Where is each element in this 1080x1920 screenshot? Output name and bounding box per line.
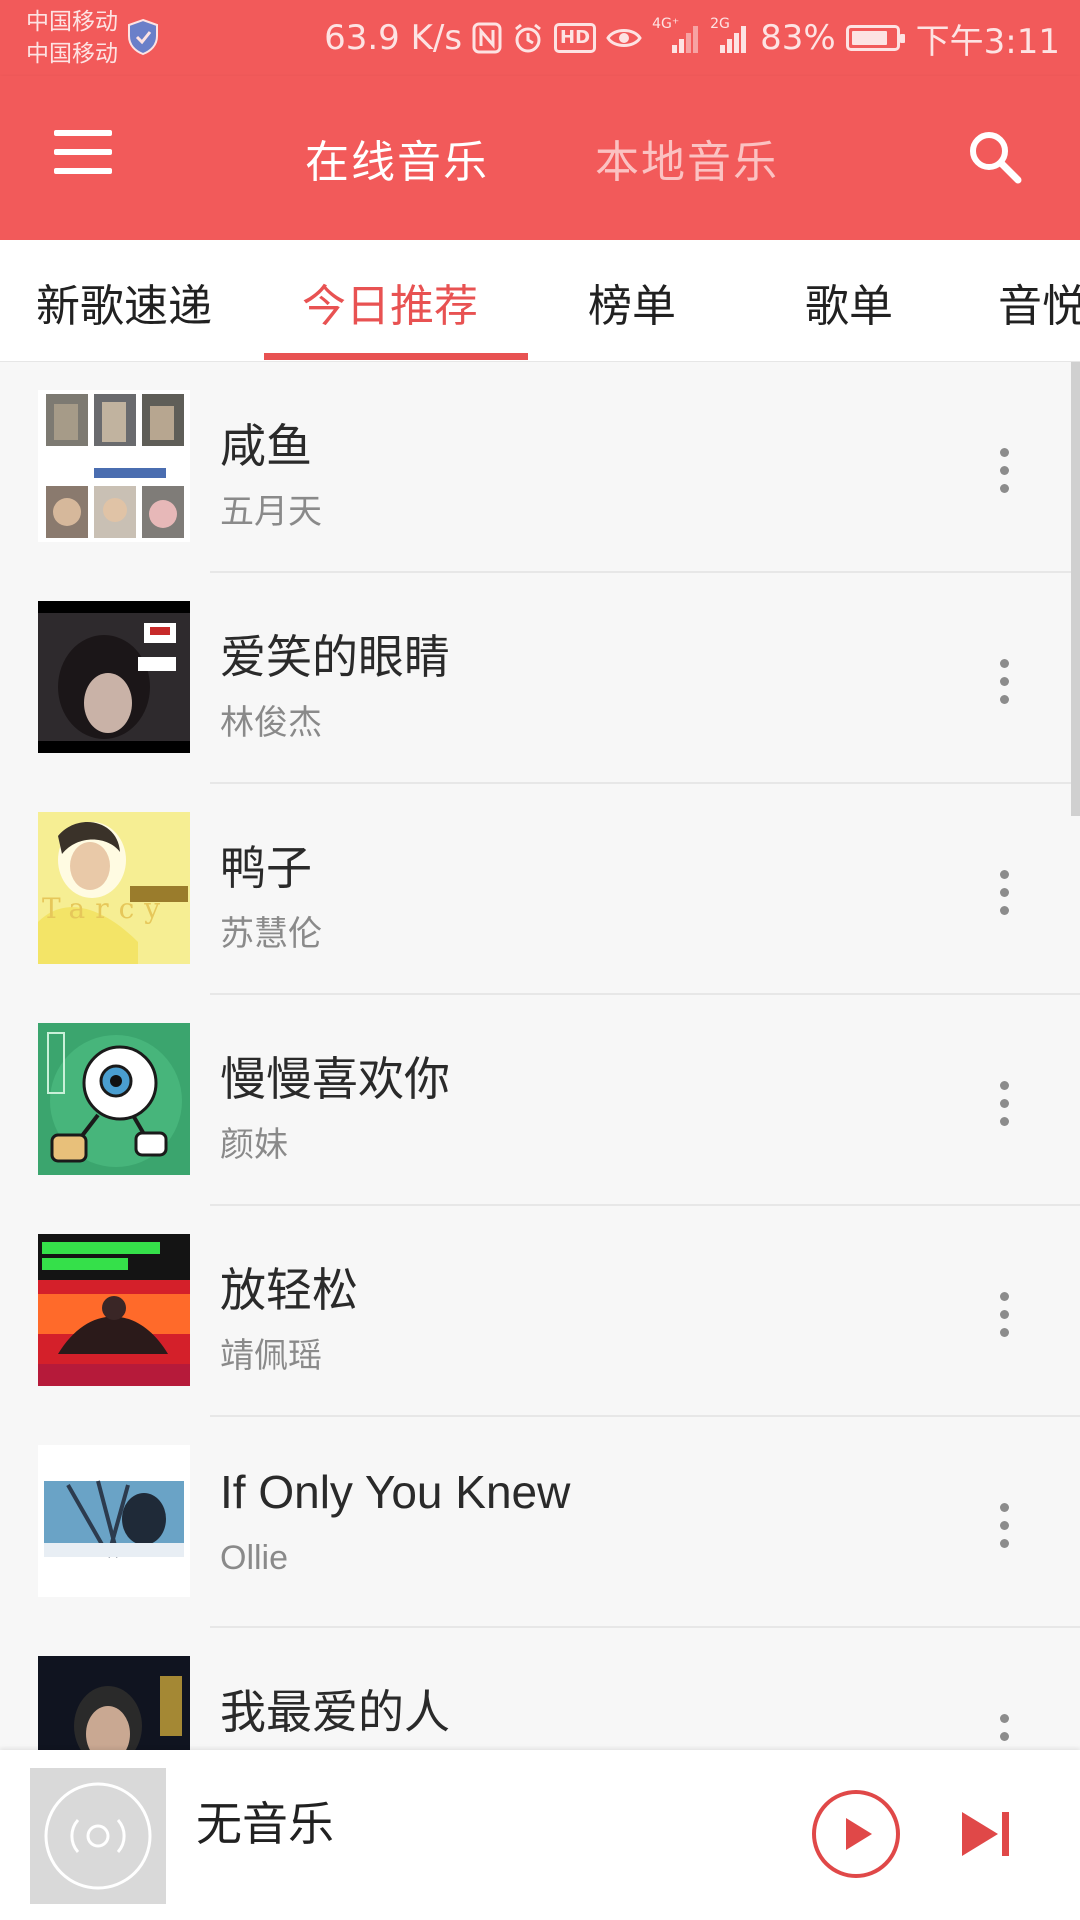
- nfc-icon: [472, 22, 502, 54]
- song-title: 放轻松: [220, 1263, 358, 1317]
- song-artist: 靖佩瑶: [220, 1336, 322, 1376]
- player-cover: [30, 1768, 166, 1904]
- svg-text:Tarcy: Tarcy: [42, 892, 170, 925]
- more-vertical-icon[interactable]: [990, 651, 1018, 711]
- song-row[interactable]: Tarcy 鸭子 苏慧伦: [0, 784, 1080, 995]
- now-playing-title: 无音乐: [196, 1797, 334, 1851]
- eye-comfort-icon: [606, 25, 642, 51]
- song-title: 慢慢喜欢你: [220, 1052, 450, 1106]
- album-cover: [38, 601, 190, 753]
- song-row[interactable]: If Only You Knew Ollie: [0, 1417, 1080, 1628]
- album-cover: [38, 1234, 190, 1386]
- hd-icon: HD: [554, 23, 597, 53]
- song-row[interactable]: 放轻松 靖佩瑶: [0, 1206, 1080, 1417]
- app-bar: 在线音乐 本地音乐: [0, 76, 1080, 240]
- scrollbar[interactable]: [1071, 362, 1080, 816]
- skip-next-icon[interactable]: [958, 1806, 1014, 1862]
- active-tab-indicator: [264, 353, 528, 360]
- song-row[interactable]: 慢慢喜欢你 颜妹: [0, 995, 1080, 1206]
- tab-online-music[interactable]: 在线音乐: [305, 126, 489, 190]
- song-artist: 林俊杰: [220, 703, 322, 743]
- battery-icon: [845, 25, 905, 51]
- status-bar: 中国移动 中国移动 63.9 K/s HD 4G⁺ 2G 83% 下午3:11: [0, 0, 1080, 76]
- song-list[interactable]: 咸鱼 五月天 爱笑的眼睛 林俊杰 Tarcy 鸭子 苏慧伦 慢慢喜欢你 颜妹 放…: [0, 362, 1080, 1750]
- network-speed: 63.9 K/s: [324, 18, 463, 58]
- song-artist: 颜妹: [220, 1125, 288, 1165]
- song-row[interactable]: 我最爱的人: [0, 1628, 1080, 1750]
- song-artist: 苏慧伦: [220, 914, 322, 954]
- album-cover: [38, 1445, 190, 1597]
- search-icon[interactable]: [966, 128, 1024, 186]
- signal-4g-icon: 4G⁺: [652, 17, 700, 55]
- hd-label: HD: [554, 23, 597, 53]
- tab-charts[interactable]: 榜单: [588, 270, 676, 334]
- battery-percent: 83%: [760, 18, 836, 58]
- disc-icon: [30, 1768, 166, 1904]
- alarm-icon: [512, 22, 544, 54]
- song-row[interactable]: 爱笑的眼睛 林俊杰: [0, 573, 1080, 784]
- carrier-2: 中国移动: [26, 41, 118, 67]
- song-artist: Ollie: [220, 1539, 289, 1577]
- category-tabs: 新歌速递 今日推荐 榜单 歌单 音悦: [0, 240, 1080, 363]
- signal-4g-label: 4G⁺: [652, 16, 680, 32]
- security-shield-icon: [128, 18, 158, 56]
- signal-2g-label: 2G: [710, 16, 730, 32]
- song-title: 咸鱼: [220, 419, 312, 473]
- song-title: 鸭子: [220, 841, 312, 895]
- album-cover: [38, 1023, 190, 1175]
- tab-playlists[interactable]: 歌单: [805, 270, 893, 334]
- album-cover: [38, 390, 190, 542]
- tab-local-music[interactable]: 本地音乐: [595, 126, 779, 190]
- mini-player[interactable]: 无音乐: [0, 1750, 1080, 1920]
- menu-button[interactable]: [54, 130, 112, 174]
- status-icons: 63.9 K/s HD 4G⁺ 2G 83% 下午3:11: [324, 0, 1060, 76]
- more-vertical-icon[interactable]: [990, 1284, 1018, 1344]
- tab-today-recommend[interactable]: 今日推荐: [302, 270, 478, 334]
- song-artist: 五月天: [220, 492, 322, 532]
- carrier-info: 中国移动 中国移动: [26, 6, 118, 70]
- more-vertical-icon[interactable]: [990, 1495, 1018, 1555]
- signal-2g-icon: 2G: [710, 17, 750, 55]
- clock: 下午3:11: [915, 21, 1060, 62]
- carrier-1: 中国移动: [26, 9, 118, 35]
- tab-new-songs[interactable]: 新歌速递: [36, 270, 212, 334]
- song-title: 爱笑的眼睛: [220, 630, 450, 684]
- more-vertical-icon[interactable]: [990, 862, 1018, 922]
- album-cover: [38, 1656, 190, 1750]
- song-row[interactable]: 咸鱼 五月天: [0, 362, 1080, 573]
- more-vertical-icon[interactable]: [990, 440, 1018, 500]
- play-icon[interactable]: [810, 1788, 902, 1880]
- song-title: If Only You Knew: [220, 1466, 571, 1518]
- song-title: 我最爱的人: [220, 1685, 450, 1739]
- more-vertical-icon[interactable]: [990, 1073, 1018, 1133]
- tab-yinyue[interactable]: 音悦: [998, 270, 1080, 334]
- menu-icon: [54, 130, 112, 136]
- album-cover: Tarcy: [38, 812, 190, 964]
- more-vertical-icon[interactable]: [990, 1706, 1018, 1750]
- battery-fill: [851, 31, 887, 45]
